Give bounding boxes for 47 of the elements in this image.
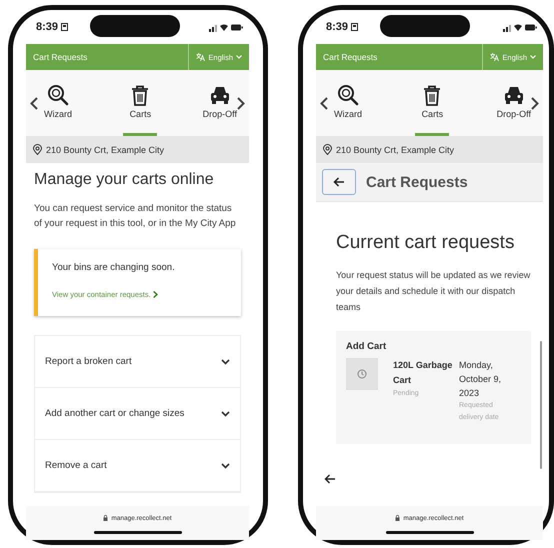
nav-tab[interactable]: Wizard bbox=[328, 70, 368, 136]
nav-tab[interactable]: Drop-Off bbox=[202, 70, 237, 136]
section-heading: Current cart requests bbox=[336, 232, 516, 253]
chevron-right-icon bbox=[152, 291, 158, 298]
chevron-right-icon[interactable] bbox=[237, 96, 245, 110]
id-card-icon bbox=[351, 23, 358, 31]
address-text: 210 Bounty Crt, Example City bbox=[46, 144, 164, 154]
page-title: Cart Requests bbox=[366, 174, 468, 190]
back-arrow-icon[interactable] bbox=[324, 474, 336, 484]
lock-icon bbox=[395, 515, 400, 521]
car-icon bbox=[502, 84, 525, 106]
location-pin-icon bbox=[33, 144, 42, 155]
magnifier-icon bbox=[47, 84, 69, 106]
chevron-right-icon[interactable] bbox=[531, 96, 539, 110]
chevron-down-icon bbox=[236, 55, 242, 59]
status-time: 8:39 bbox=[326, 21, 348, 33]
translate-icon bbox=[196, 53, 206, 61]
nav-tab[interactable]: Wizard bbox=[38, 70, 78, 136]
car-icon bbox=[208, 84, 231, 106]
header-title: Cart Requests bbox=[33, 52, 88, 62]
address-text: 210 Bounty Crt, Example City bbox=[336, 144, 454, 154]
intro-text: You can request service and monitor the status of your request in this tool, or in the My City App bbox=[34, 202, 237, 231]
clock-icon bbox=[357, 369, 367, 379]
chevron-down-icon bbox=[221, 462, 230, 468]
status-icons bbox=[503, 22, 537, 32]
page-heading: Manage your carts online bbox=[34, 171, 215, 189]
delivery-date: Monday, October 9, 2023 bbox=[459, 359, 502, 400]
chevron-left-icon[interactable] bbox=[320, 96, 328, 110]
chevron-down-icon bbox=[530, 55, 536, 59]
id-card-icon bbox=[61, 23, 68, 31]
status-icons bbox=[209, 22, 243, 32]
status-time: 8:39 bbox=[36, 21, 58, 33]
back-arrow-icon bbox=[333, 177, 345, 187]
notice-title: Your bins are changing soon. bbox=[52, 262, 176, 273]
translate-icon bbox=[490, 53, 500, 61]
chevron-left-icon[interactable] bbox=[30, 96, 38, 110]
header-title: Cart Requests bbox=[323, 52, 378, 62]
nav-tab[interactable]: Drop-Off bbox=[496, 70, 531, 136]
lock-icon bbox=[103, 515, 108, 521]
chevron-down-icon bbox=[221, 410, 230, 416]
location-pin-icon bbox=[323, 144, 332, 155]
magnifier-icon bbox=[337, 84, 359, 106]
item-name: 120L Garbage Cart bbox=[393, 359, 454, 387]
intro-text: Your request status will be updated as we review your details and schedule it with our dispatch teams bbox=[336, 269, 531, 314]
chevron-down-icon bbox=[221, 358, 230, 364]
request-type: Add Cart bbox=[346, 341, 388, 352]
back-button[interactable] bbox=[322, 169, 356, 195]
